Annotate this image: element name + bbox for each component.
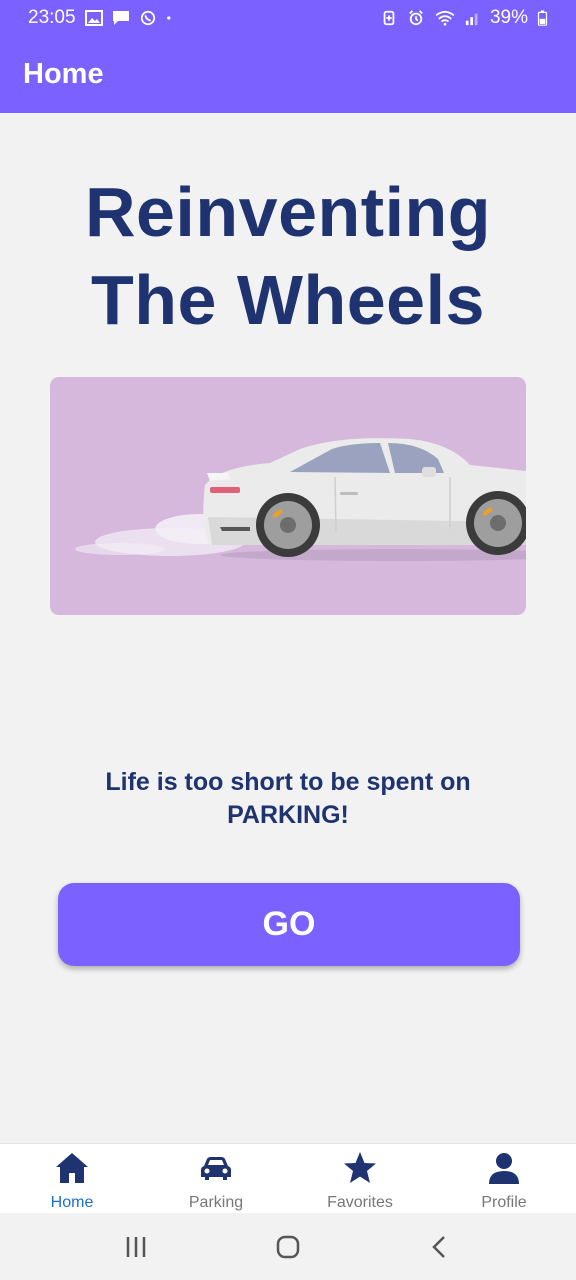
go-button[interactable]: GO <box>58 883 520 966</box>
alarm-icon <box>409 10 423 26</box>
page-title: Home <box>23 58 104 90</box>
status-bar: 23:05 39% <box>0 0 576 36</box>
nav-item-parking[interactable]: Parking <box>144 1144 288 1213</box>
battery-icon <box>537 10 548 26</box>
tagline: Life is too short to be spent on PARKING… <box>0 766 576 832</box>
tagline-line2: PARKING! <box>227 801 349 829</box>
nav-item-favorites[interactable]: Favorites <box>288 1144 432 1213</box>
tagline-line1: Life is too short to be spent on <box>105 768 471 796</box>
wifi-icon <box>435 10 455 26</box>
star-icon <box>344 1152 376 1183</box>
car-icon <box>201 1157 231 1180</box>
hero-image <box>50 377 526 615</box>
signal-icon <box>465 13 478 26</box>
nav-label-profile: Profile <box>481 1194 527 1211</box>
battery-percent: 39% <box>489 7 528 28</box>
system-nav-bar <box>0 1213 576 1280</box>
recent-apps-icon <box>126 1236 146 1257</box>
back-button[interactable] <box>420 1227 460 1267</box>
car-illustration <box>75 438 526 561</box>
home-circle-icon <box>276 1235 300 1258</box>
nav-label-parking: Parking <box>188 1194 244 1211</box>
home-icon <box>56 1153 88 1183</box>
nav-label-home: Home <box>50 1194 94 1211</box>
hero-title: Reinventing The Wheels <box>0 168 576 344</box>
home-system-button[interactable] <box>268 1227 308 1267</box>
hero-title-line2: The Wheels <box>91 261 485 339</box>
recent-apps-button[interactable] <box>116 1227 156 1267</box>
nav-label-favorites: Favorites <box>327 1194 393 1211</box>
app-bar: Home <box>0 36 576 113</box>
nav-item-profile[interactable]: Profile <box>432 1144 576 1213</box>
status-time: 23:05 <box>28 7 76 28</box>
person-icon <box>489 1153 519 1184</box>
dot-icon <box>166 16 170 20</box>
message-icon <box>112 11 129 25</box>
hero-title-line1: Reinventing <box>84 173 492 251</box>
back-chevron-icon <box>432 1235 445 1258</box>
gallery-icon <box>84 10 103 26</box>
whatsapp-icon <box>140 10 155 26</box>
battery-saver-icon <box>383 10 395 26</box>
screen: 23:05 39% Home Reinventing The Wheels Li… <box>0 0 576 1280</box>
bottom-nav: Home Parking Favorites Profile <box>0 1143 576 1213</box>
nav-item-home[interactable]: Home <box>0 1144 144 1213</box>
